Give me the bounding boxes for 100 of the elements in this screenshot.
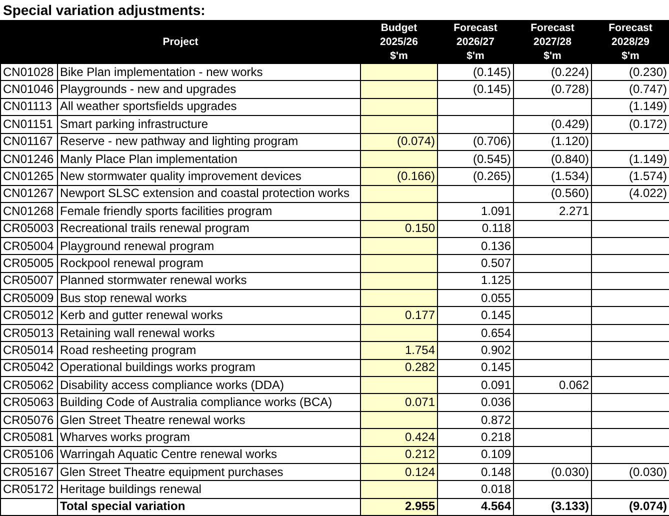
column-header: Budget 2025/26 $'m xyxy=(360,20,438,64)
table-cell: CR05063 xyxy=(0,394,58,412)
column-header: Project xyxy=(0,20,361,64)
table-cell: Building Code of Australia compliance works (BCA) xyxy=(58,394,361,412)
table-cell: CR05081 xyxy=(0,428,58,446)
table-cell: CN01265 xyxy=(0,168,58,186)
table-cell: 0.145 xyxy=(438,306,514,324)
table-cell: CR05007 xyxy=(0,272,58,290)
table-cell: Smart parking infrastructure xyxy=(58,116,361,134)
table-cell: 0.136 xyxy=(438,237,514,255)
table-cell: 1.125 xyxy=(438,272,514,290)
table-cell: Playgrounds - new and upgrades xyxy=(58,80,361,98)
table-cell: Heritage buildings renewal xyxy=(58,480,361,498)
table-cell: (1.534) xyxy=(514,168,592,186)
table-cell: (0.145) xyxy=(438,64,514,81)
table-cell: 0.118 xyxy=(438,220,514,238)
table-cell: 2.271 xyxy=(514,202,592,220)
table-cell: New stormwater quality improvement devices xyxy=(58,168,361,186)
table-cell: 1.091 xyxy=(438,202,514,220)
table-cell: 2.955 xyxy=(360,498,438,516)
table-cell: CR05062 xyxy=(0,376,58,394)
column-header: Forecast 2026/27 $'m xyxy=(438,20,514,64)
table-cell: CR05172 xyxy=(0,480,58,498)
table-cell: CR05004 xyxy=(0,237,58,255)
table-cell: Road resheeting program xyxy=(58,342,361,360)
table-cell: 0.071 xyxy=(360,394,438,412)
table-cell: CR05167 xyxy=(0,463,58,481)
table-cell: Playground renewal program xyxy=(58,237,361,255)
table-cell: 0.145 xyxy=(438,359,514,377)
table-cell: (0.145) xyxy=(438,80,514,98)
table-cell: (0.706) xyxy=(438,133,514,150)
table-cell: 0.282 xyxy=(360,359,438,377)
table-cell: 0.055 xyxy=(438,290,514,307)
table-cell: CN01028 xyxy=(0,64,58,81)
table-cell: CR05012 xyxy=(0,306,58,324)
table-cell: CN01267 xyxy=(0,185,58,203)
table-cell: (0.429) xyxy=(514,116,592,134)
table-cell: Recreational trails renewal program xyxy=(58,220,361,238)
table-cell: CR05076 xyxy=(0,411,58,429)
table-cell: (0.224) xyxy=(514,64,592,81)
table-cell: 0.902 xyxy=(438,342,514,360)
table-cell: (0.265) xyxy=(438,168,514,186)
table-cell: (0.030) xyxy=(514,463,592,481)
table-cell: 0.124 xyxy=(360,463,438,481)
table-cell: CR05014 xyxy=(0,342,58,360)
table-cell: (0.074) xyxy=(360,133,438,150)
table-cell: 0.062 xyxy=(514,376,592,394)
table-cell: Disability access compliance works (DDA) xyxy=(58,376,361,394)
table-cell: Newport SLSC extension and coastal protection works xyxy=(58,185,361,203)
table-cell: Warringah Aquatic Centre renewal works xyxy=(58,446,361,464)
table-cell: CR05042 xyxy=(0,359,58,377)
table-cell: (0.545) xyxy=(438,150,514,168)
table-cell: Glen Street Theatre equipment purchases xyxy=(58,463,361,481)
table-cell: (0.560) xyxy=(514,185,592,203)
table-cell: Retaining wall renewal works xyxy=(58,324,361,342)
table-cell: CN01151 xyxy=(0,116,58,134)
table-cell: CR05005 xyxy=(0,254,58,272)
table-cell: 0.218 xyxy=(438,428,514,446)
table-cell: CN01113 xyxy=(0,98,58,116)
table-cell: Total special variation xyxy=(58,498,361,516)
table-cell: Bus stop renewal works xyxy=(58,290,361,307)
table-cell: 0.148 xyxy=(438,463,514,481)
table-cell: (4.022) xyxy=(592,185,669,203)
table-cell: Kerb and gutter renewal works xyxy=(58,306,361,324)
table-cell: 0.091 xyxy=(438,376,514,394)
table-cell: (1.120) xyxy=(514,133,592,150)
table-cell: 0.424 xyxy=(360,428,438,446)
table-cell: 0.872 xyxy=(438,411,514,429)
column-header: Forecast 2027/28 $'m xyxy=(514,20,592,64)
table-cell: Operational buildings works program xyxy=(58,359,361,377)
table-cell: Bike Plan implementation - new works xyxy=(58,64,361,81)
table-cell: CR05003 xyxy=(0,220,58,238)
table-cell: 0.654 xyxy=(438,324,514,342)
table-cell: (0.166) xyxy=(360,168,438,186)
table-cell: 0.150 xyxy=(360,220,438,238)
table-cell: CR05106 xyxy=(0,446,58,464)
table-cell: 0.177 xyxy=(360,306,438,324)
table-title: Special variation adjustments: xyxy=(2,1,206,20)
table-cell: Female friendly sports facilities program xyxy=(58,202,361,220)
table-cell: Reserve - new pathway and lighting program xyxy=(58,133,361,150)
column-header: Forecast 2028/29 $'m xyxy=(592,20,669,64)
table-cell: CN01167 xyxy=(0,133,58,150)
table-cell: CN01046 xyxy=(0,80,58,98)
table-cell: 0.109 xyxy=(438,446,514,464)
table-cell: (0.840) xyxy=(514,150,592,168)
table-cell: Manly Place Plan implementation xyxy=(58,150,361,168)
table-cell: CR05013 xyxy=(0,324,58,342)
table-cell: Wharves works program xyxy=(58,428,361,446)
table-cell: (3.133) xyxy=(514,498,592,516)
table-cell: Glen Street Theatre renewal works xyxy=(58,411,361,429)
table-cell: 0.212 xyxy=(360,446,438,464)
table-cell: 0.018 xyxy=(438,480,514,498)
table-cell: 0.036 xyxy=(438,394,514,412)
table-cell: Rockpool renewal program xyxy=(58,254,361,272)
table-cell: (0.728) xyxy=(514,80,592,98)
table-cell: CN01246 xyxy=(0,150,58,168)
table-cell: 0.507 xyxy=(438,254,514,272)
table-cell: CN01268 xyxy=(0,202,58,220)
table-cell: 1.754 xyxy=(360,342,438,360)
table-cell: (9.074) xyxy=(592,498,669,516)
